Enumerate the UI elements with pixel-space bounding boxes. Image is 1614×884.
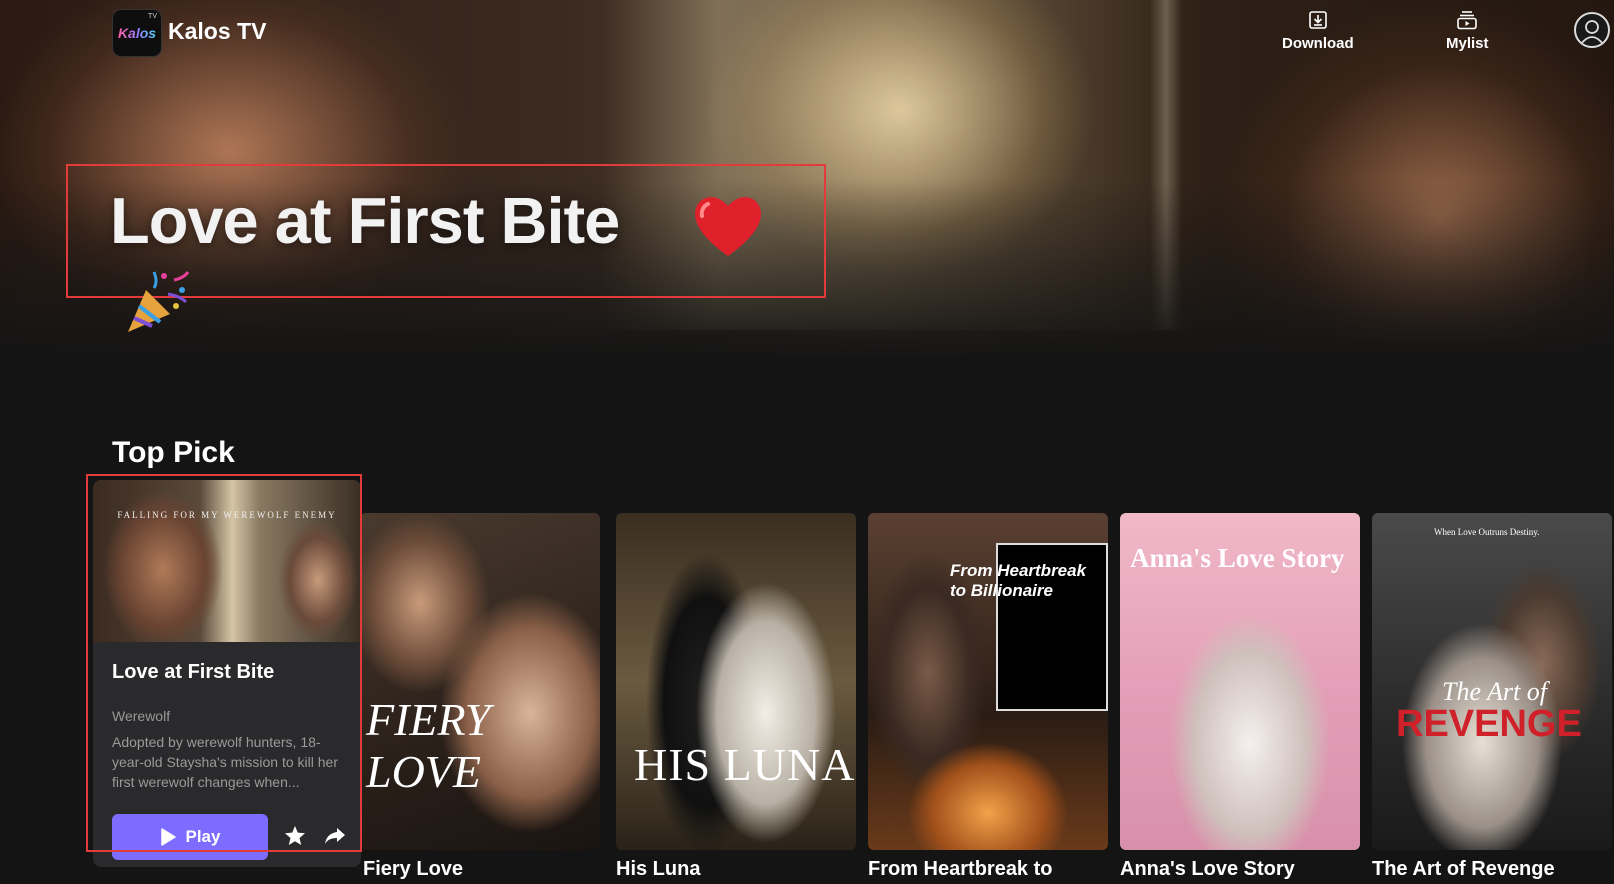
card-title[interactable]: From Heartbreak to [868, 858, 1053, 881]
hero-title[interactable]: Love at First Bite [110, 183, 620, 258]
top-header: Kalos TV Kalos TV Download Mylist [0, 0, 1614, 70]
play-label: Play [185, 827, 221, 846]
featured-card[interactable]: FALLING FOR MY WEREWOLF ENEMY Love at Fi… [93, 480, 361, 867]
featured-description: Adopted by werewolf hunters, 18-year-old… [112, 734, 338, 790]
card-title[interactable]: His Luna [616, 858, 700, 881]
poster-text-line: Anna's Love Story [1130, 543, 1345, 573]
card-title[interactable]: Anna's Love Story [1120, 858, 1295, 881]
top-pick-row: FIERY LOVE Fiery Love HIS LUNA His Luna … [0, 470, 1614, 884]
poster-text-line: REVENGE [1396, 703, 1582, 745]
play-button[interactable]: Play [112, 814, 268, 860]
poster-text-line: LOVE [366, 746, 481, 797]
poster-text-line: When Love Outruns Destiny. [1434, 527, 1540, 537]
poster-text-line: HIS LUNA [634, 739, 856, 790]
poster-from-heartbreak[interactable]: From Heartbreak to Billionaire [868, 513, 1108, 850]
download-icon [1309, 11, 1327, 29]
heart-icon [695, 197, 761, 256]
card-title[interactable]: The Art of Revenge [1372, 858, 1555, 881]
mylist-label: Mylist [1446, 35, 1489, 52]
poster-text-line: to Billionaire [950, 581, 1053, 600]
star-icon[interactable] [283, 824, 307, 848]
card-title[interactable]: Fiery Love [363, 858, 463, 881]
poster-fiery-love[interactable]: FIERY LOVE [360, 513, 600, 850]
poster-text-line: FIERY [366, 694, 491, 745]
poster-art-of-revenge[interactable]: When Love Outruns Destiny. The Art of RE… [1372, 513, 1612, 850]
download-label: Download [1282, 35, 1354, 52]
section-title-top-pick: Top Pick [112, 436, 235, 469]
party-popper-icon [128, 271, 190, 332]
download-button[interactable]: Download [1282, 10, 1354, 52]
logo-text: Kalos [117, 25, 157, 41]
share-icon[interactable] [323, 824, 347, 848]
play-icon [160, 828, 176, 846]
app-name[interactable]: Kalos TV [168, 18, 266, 45]
poster-text-line: From Heartbreak [950, 561, 1087, 580]
user-avatar-icon[interactable] [1574, 12, 1610, 48]
featured-genre: Werewolf [112, 708, 171, 724]
poster-annas-love-story[interactable]: Anna's Love Story [1120, 513, 1360, 850]
poster-his-luna[interactable]: HIS LUNA [616, 513, 856, 850]
featured-poster[interactable] [93, 480, 361, 642]
logo-badge: TV [148, 13, 157, 20]
featured-title[interactable]: Love at First Bite [112, 661, 274, 684]
mylist-button[interactable]: Mylist [1446, 10, 1489, 52]
poster-tagline: FALLING FOR MY WEREWOLF ENEMY [117, 510, 337, 520]
mylist-icon [1457, 11, 1478, 30]
app-logo[interactable]: Kalos TV [112, 9, 162, 57]
